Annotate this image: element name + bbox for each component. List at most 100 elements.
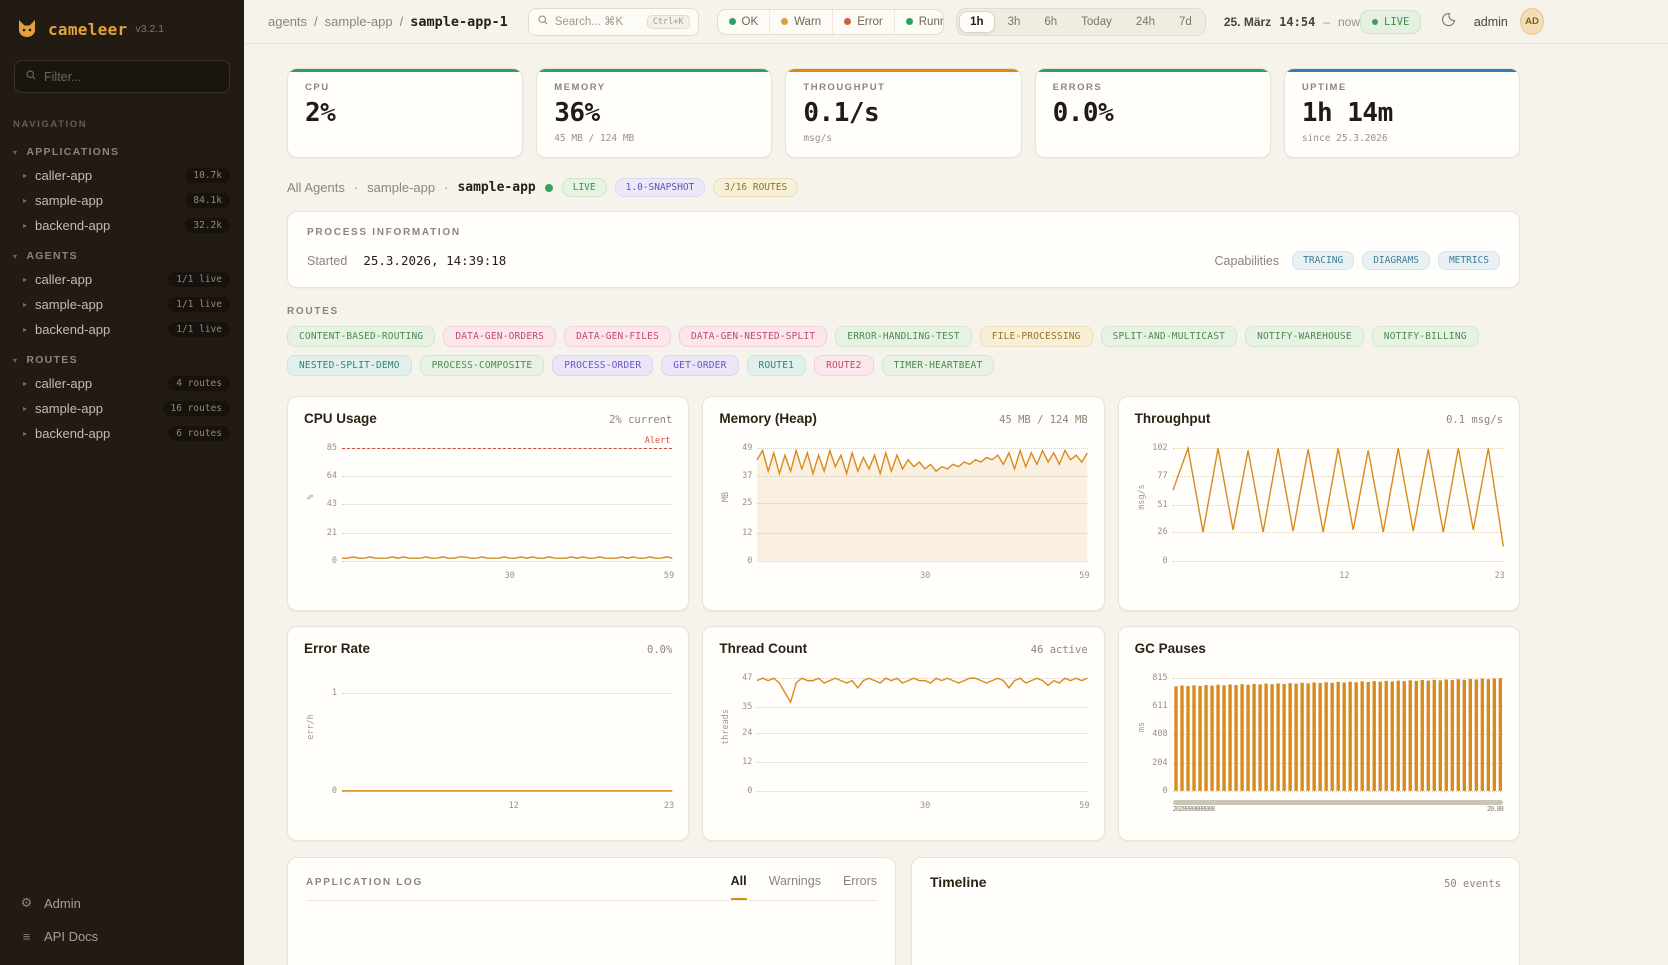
metric-accent-bar — [786, 69, 1020, 72]
sidebar-item-caller-app[interactable]: ▸ caller-app 10.7k — [0, 163, 244, 188]
y-tick-label: 49 — [742, 443, 752, 453]
metric-sub: msg/s — [803, 133, 1003, 144]
datetime-display[interactable]: 25. März 14:54 – now — [1224, 15, 1360, 29]
metric-label: UPTIME — [1302, 82, 1502, 93]
live-toggle[interactable]: LIVE — [1360, 10, 1421, 34]
route-pill[interactable]: DATA-GEN-NESTED-SPLIT — [679, 326, 827, 347]
global-search[interactable]: Ctrl+K — [528, 8, 699, 36]
range-6h[interactable]: 6h — [1033, 11, 1068, 33]
sidebar-footer: ⚙ Admin ≡ API Docs — [0, 886, 244, 953]
status-dot — [729, 18, 736, 25]
chevron-down-icon: ▾ — [13, 148, 18, 157]
chart-current-value: 0.1 msg/s — [1446, 414, 1503, 426]
section-header-applications[interactable]: ▾ APPLICATIONS — [0, 134, 244, 163]
footer-label: API Docs — [44, 929, 98, 944]
route-pill[interactable]: TIMER-HEARTBEAT — [882, 355, 995, 376]
section-header-agents[interactable]: ▾ AGENTS — [0, 238, 244, 267]
range-3h[interactable]: 3h — [997, 11, 1032, 33]
route-pill[interactable]: GET-ORDER — [661, 355, 738, 376]
status-filter-chip[interactable]: Error — [832, 10, 894, 34]
context-all-agents[interactable]: All Agents — [287, 180, 345, 195]
y-axis-unit: MB — [721, 492, 731, 502]
sidebar-filter[interactable] — [14, 60, 230, 93]
timeline-card: Timeline 50 events — [911, 857, 1520, 965]
chart-current-value: 0.0% — [647, 644, 672, 656]
route-pill[interactable]: NOTIFY-BILLING — [1372, 326, 1479, 347]
search-input[interactable] — [555, 16, 641, 28]
range-1h[interactable]: 1h — [959, 11, 994, 33]
filter-input[interactable] — [44, 70, 219, 84]
y-tick-label: 12 — [742, 528, 752, 538]
tab-warnings[interactable]: Warnings — [769, 874, 821, 900]
context-breadcrumb: All Agents · sample-app · sample-app LIV… — [287, 178, 1520, 197]
context-badges: LIVE1.0-SNAPSHOT3/16 ROUTES — [562, 178, 798, 197]
context-sample-app[interactable]: sample-app — [367, 180, 435, 195]
app-logo[interactable]: cameleer v3.2.1 — [0, 0, 244, 50]
y-tick-label: 12 — [742, 757, 752, 767]
route-pill[interactable]: NOTIFY-WAREHOUSE — [1245, 326, 1364, 347]
sidebar-item-agent-backend-app[interactable]: ▸ backend-app 1/1 live — [0, 317, 244, 342]
sidebar-item-admin[interactable]: ⚙ Admin — [0, 886, 244, 920]
route-pill[interactable]: PROCESS-ORDER — [552, 355, 653, 376]
sidebar-item-agent-caller-app[interactable]: ▸ caller-app 1/1 live — [0, 267, 244, 292]
chart-gc-pauses: GC Pauses ms 0204408611815 2020080808088… — [1118, 626, 1520, 841]
y-axis-unit: err/h — [306, 714, 316, 740]
breadcrumb-sample-app[interactable]: sample-app — [325, 14, 393, 29]
route-pill[interactable]: ROUTE1 — [747, 355, 807, 376]
live-dot — [545, 184, 553, 192]
route-pill[interactable]: FILE-PROCESSING — [980, 326, 1093, 347]
route-pill[interactable]: CONTENT-BASED-ROUTING — [287, 326, 435, 347]
status-filter-chip[interactable]: Warn — [769, 10, 832, 34]
range-7d[interactable]: 7d — [1168, 11, 1203, 33]
y-axis-ticks: 012243547 — [733, 668, 757, 796]
route-pill[interactable]: DATA-GEN-ORDERS — [443, 326, 556, 347]
status-filter-chip[interactable]: Running — [894, 10, 944, 34]
y-tick-label: 0 — [332, 786, 337, 796]
range-24h[interactable]: 24h — [1125, 11, 1166, 33]
sidebar-item-routes-sample-app[interactable]: ▸ sample-app 16 routes — [0, 396, 244, 421]
chart-throughput: Throughput 0.1 msg/s msg/s 0265177102 12… — [1118, 396, 1520, 611]
chevron-right-icon: ▸ — [23, 404, 27, 413]
route-pill[interactable]: ROUTE2 — [814, 355, 874, 376]
status-filter-chip[interactable]: OK — [718, 10, 770, 34]
started-value: 25.3.2026, 14:39:18 — [363, 253, 506, 268]
sidebar-item-api-docs[interactable]: ≡ API Docs — [0, 920, 244, 953]
plot-area: 3059 — [757, 668, 1087, 796]
context-badge: LIVE — [562, 178, 607, 197]
section-header-routes[interactable]: ▾ ROUTES — [0, 342, 244, 371]
status-filter-label: OK — [742, 16, 759, 28]
metric-cards-row: CPU 2% MEMORY 36% 45 MB / 124 MB THROUGH… — [287, 68, 1520, 158]
tab-errors[interactable]: Errors — [843, 874, 877, 900]
y-tick-label: 37 — [742, 471, 752, 481]
chevron-right-icon: ▸ — [23, 221, 27, 230]
y-axis-ticks: 01 — [318, 668, 342, 796]
chevron-right-icon: ▸ — [23, 325, 27, 334]
route-pill[interactable]: PROCESS-COMPOSITE — [420, 355, 545, 376]
range-today[interactable]: Today — [1070, 11, 1123, 33]
route-pill[interactable]: SPLIT-AND-MULTICAST — [1101, 326, 1237, 347]
metric-card: CPU 2% — [287, 68, 523, 158]
chart-scrollbar[interactable] — [1173, 800, 1503, 805]
chart-title: Memory (Heap) — [719, 411, 817, 426]
metric-value: 1h 14m — [1302, 100, 1502, 126]
chevron-right-icon: ▸ — [23, 300, 27, 309]
avatar[interactable]: AD — [1520, 8, 1544, 35]
sidebar-item-backend-app[interactable]: ▸ backend-app 32.2k — [0, 213, 244, 238]
breadcrumb-agents[interactable]: agents — [268, 14, 307, 29]
sidebar-item-routes-backend-app[interactable]: ▸ backend-app 6 routes — [0, 421, 244, 446]
status-filter-label: Error — [857, 16, 883, 28]
route-pill[interactable]: DATA-GEN-FILES — [564, 326, 671, 347]
dark-mode-toggle[interactable] — [1435, 7, 1462, 37]
route-pill[interactable]: NESTED-SPLIT-DEMO — [287, 355, 412, 376]
chevron-right-icon: ▸ — [23, 379, 27, 388]
context-separator: · — [354, 180, 358, 195]
sidebar-item-routes-caller-app[interactable]: ▸ caller-app 4 routes — [0, 371, 244, 396]
capability-pill: DIAGRAMS — [1362, 251, 1430, 270]
sidebar-item-agent-sample-app[interactable]: ▸ sample-app 1/1 live — [0, 292, 244, 317]
route-pill[interactable]: ERROR-HANDLING-TEST — [835, 326, 971, 347]
search-icon — [537, 13, 549, 31]
chevron-right-icon: ▸ — [23, 196, 27, 205]
tab-all[interactable]: All — [731, 874, 747, 900]
sidebar-item-sample-app[interactable]: ▸ sample-app 84.1k — [0, 188, 244, 213]
chart-title: Error Rate — [304, 641, 370, 656]
